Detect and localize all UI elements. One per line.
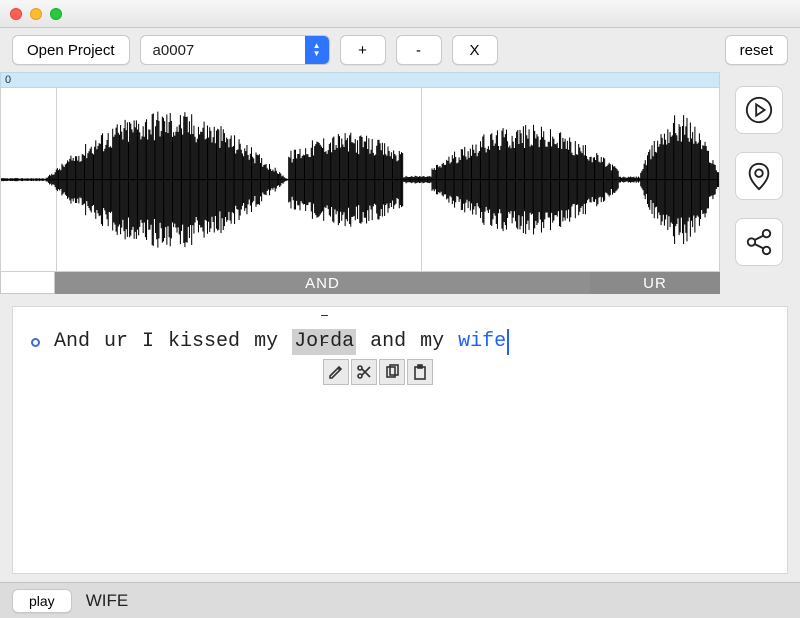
select-stepper-icon[interactable]: ▲▼	[305, 36, 329, 64]
top-toolbar: Open Project a0007 ▲▼ + - X reset	[0, 28, 800, 72]
window-titlebar	[0, 0, 800, 28]
zoom-out-button[interactable]: -	[396, 35, 442, 65]
project-select-value: a0007	[141, 36, 305, 64]
cut-word-button[interactable]	[351, 359, 377, 385]
transcript-word[interactable]: I	[142, 329, 154, 355]
edit-word-button[interactable]	[323, 359, 349, 385]
transcript-line: AndurIkissedmyJordaandmywife	[31, 329, 769, 355]
transcript-panel[interactable]: AndurIkissedmyJordaandmywife	[12, 306, 788, 574]
transcript-word[interactable]: my	[420, 329, 444, 355]
waveform-column: 0 AND UR	[0, 72, 720, 294]
segment-bar: AND UR	[0, 272, 720, 294]
transcript-word[interactable]: ur	[104, 329, 128, 355]
segment-divider	[56, 88, 57, 271]
segment-blank[interactable]	[0, 272, 55, 294]
edit-toolbar	[323, 359, 433, 385]
location-pin-button[interactable]	[735, 152, 783, 200]
pencil-icon	[328, 364, 344, 380]
transcript-word[interactable]: my	[254, 329, 278, 355]
project-select[interactable]: a0007 ▲▼	[140, 35, 330, 65]
share-button[interactable]	[735, 218, 783, 266]
scissors-icon	[356, 364, 372, 380]
delete-button[interactable]: X	[452, 35, 498, 65]
bullet-icon	[31, 338, 40, 347]
paste-word-button[interactable]	[407, 359, 433, 385]
transcript-word[interactable]: wife	[458, 329, 509, 355]
zoom-in-button[interactable]: +	[340, 35, 386, 65]
close-window-icon[interactable]	[10, 8, 22, 20]
transcript-word[interactable]: kissed	[168, 329, 240, 355]
play-button[interactable]: play	[12, 589, 72, 613]
copy-word-button[interactable]	[379, 359, 405, 385]
segment-divider	[421, 88, 422, 271]
open-project-button[interactable]: Open Project	[12, 35, 130, 65]
play-circle-button[interactable]	[735, 86, 783, 134]
transcript-word[interactable]: And	[54, 329, 90, 355]
time-ruler[interactable]: 0	[0, 72, 720, 88]
status-text: WIFE	[86, 591, 129, 611]
waveform-view[interactable]	[0, 88, 720, 272]
waveform-icon	[1, 88, 719, 271]
location-pin-icon	[744, 161, 774, 191]
segment-next[interactable]: UR	[590, 272, 720, 294]
segment-current[interactable]: AND	[55, 272, 590, 294]
zoom-window-icon[interactable]	[50, 8, 62, 20]
minimize-window-icon[interactable]	[30, 8, 42, 20]
copy-icon	[384, 364, 400, 380]
paste-icon	[412, 364, 428, 380]
transcript-word[interactable]: and	[370, 329, 406, 355]
main-area: 0 AND UR	[0, 72, 800, 294]
text-cursor-icon	[324, 315, 325, 329]
ruler-start-label: 0	[5, 74, 11, 86]
right-icon-rail	[730, 72, 788, 294]
reset-button[interactable]: reset	[725, 35, 788, 65]
play-circle-icon	[744, 95, 774, 125]
share-icon	[744, 227, 774, 257]
bottom-bar: play WIFE	[0, 582, 800, 618]
transcript-word[interactable]: Jorda	[292, 329, 356, 355]
